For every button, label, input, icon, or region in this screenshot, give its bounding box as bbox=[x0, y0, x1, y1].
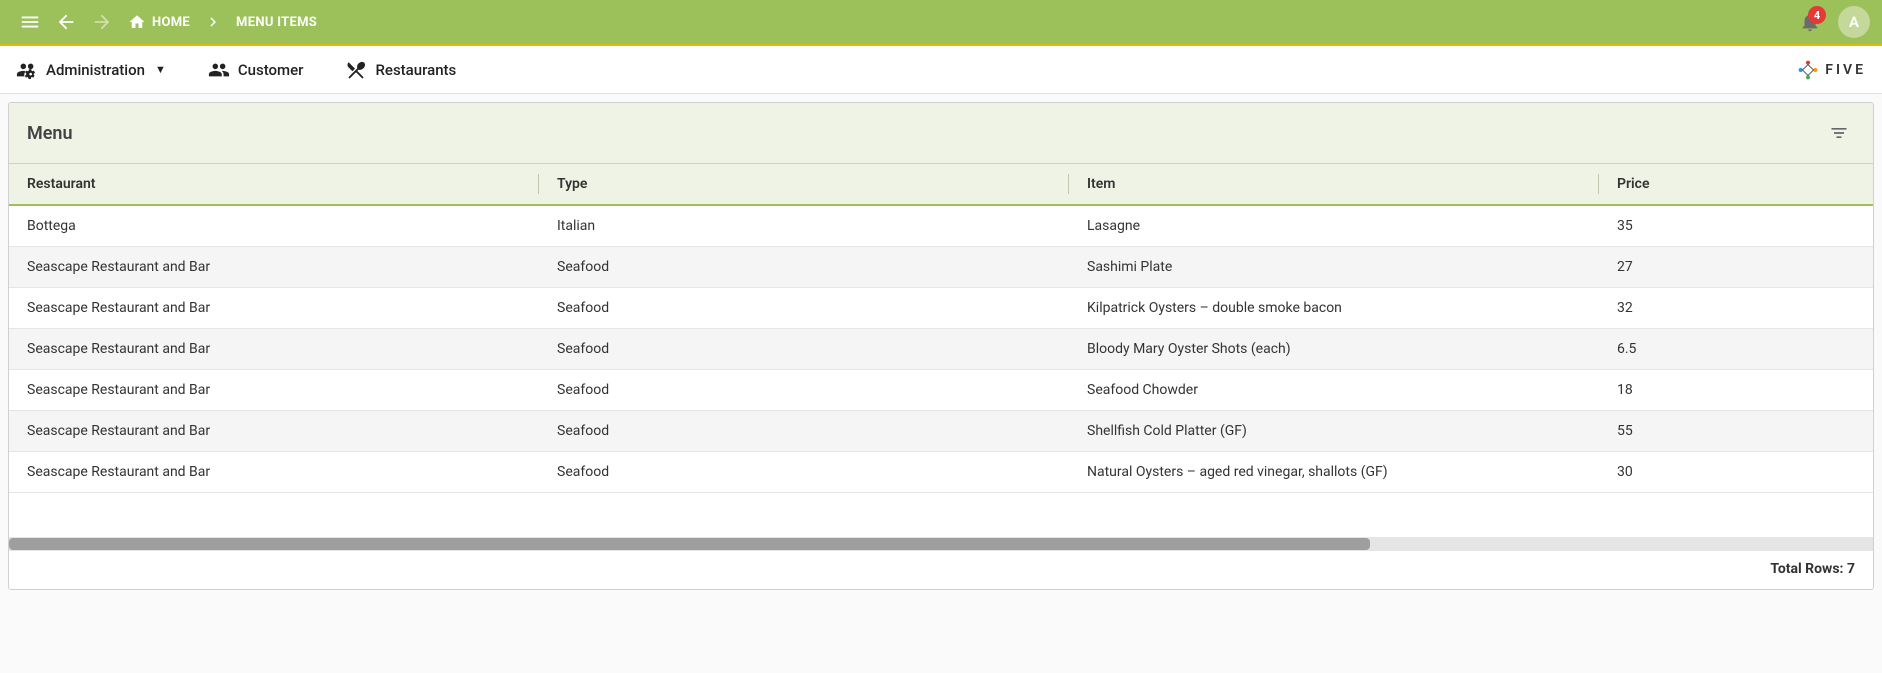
cell-item: Shellfish Cold Platter (GF) bbox=[1069, 411, 1599, 451]
forward-icon bbox=[84, 4, 120, 40]
nav-customer-label: Customer bbox=[238, 61, 304, 79]
cell-price: 55 bbox=[1599, 411, 1873, 451]
content: Menu Restaurant Type Item Price BottegaI… bbox=[0, 94, 1882, 598]
column-header-type[interactable]: Type bbox=[539, 164, 1069, 204]
column-header-price[interactable]: Price bbox=[1599, 164, 1873, 204]
filter-button[interactable] bbox=[1823, 117, 1855, 149]
menu-icon[interactable] bbox=[12, 4, 48, 40]
panel-header: Menu bbox=[9, 103, 1873, 164]
filter-icon bbox=[1829, 123, 1849, 143]
menu-panel: Menu Restaurant Type Item Price BottegaI… bbox=[8, 102, 1874, 590]
breadcrumb-current[interactable]: MENU ITEMS bbox=[236, 15, 317, 30]
avatar[interactable]: A bbox=[1838, 6, 1870, 38]
table-body: BottegaItalianLasagne35Seascape Restaura… bbox=[9, 206, 1873, 493]
cell-price: 27 bbox=[1599, 247, 1873, 287]
table-row[interactable]: BottegaItalianLasagne35 bbox=[9, 206, 1873, 247]
table-row[interactable]: Seascape Restaurant and BarSeafoodBloody… bbox=[9, 329, 1873, 370]
breadcrumb-current-label: MENU ITEMS bbox=[236, 15, 317, 30]
cell-price: 18 bbox=[1599, 370, 1873, 410]
table-row[interactable]: Seascape Restaurant and BarSeafoodSeafoo… bbox=[9, 370, 1873, 411]
nav-restaurants[interactable]: Restaurants bbox=[345, 59, 456, 81]
navbar: Administration ▼ Customer Restaurants FI… bbox=[0, 46, 1882, 94]
avatar-letter: A bbox=[1849, 13, 1859, 31]
horizontal-scrollbar[interactable] bbox=[9, 537, 1873, 551]
cell-restaurant: Seascape Restaurant and Bar bbox=[9, 411, 539, 451]
scrollbar-thumb[interactable] bbox=[9, 538, 1370, 550]
cell-price: 35 bbox=[1599, 206, 1873, 246]
table-row[interactable]: Seascape Restaurant and BarSeafoodSashim… bbox=[9, 247, 1873, 288]
column-header-restaurant[interactable]: Restaurant bbox=[9, 164, 539, 204]
chevron-right-icon bbox=[198, 13, 228, 31]
notification-badge: 4 bbox=[1808, 6, 1826, 24]
cell-type: Seafood bbox=[539, 288, 1069, 328]
cell-restaurant: Seascape Restaurant and Bar bbox=[9, 247, 539, 287]
cell-type: Seafood bbox=[539, 370, 1069, 410]
cell-type: Italian bbox=[539, 206, 1069, 246]
utensils-icon bbox=[345, 59, 367, 81]
panel-title: Menu bbox=[27, 123, 73, 144]
logo: FIVE bbox=[1797, 59, 1866, 81]
cell-restaurant: Seascape Restaurant and Bar bbox=[9, 329, 539, 369]
table-row[interactable]: Seascape Restaurant and BarSeafoodNatura… bbox=[9, 452, 1873, 493]
back-icon[interactable] bbox=[48, 4, 84, 40]
cell-price: 6.5 bbox=[1599, 329, 1873, 369]
cell-item: Lasagne bbox=[1069, 206, 1599, 246]
cell-item: Natural Oysters – aged red vinegar, shal… bbox=[1069, 452, 1599, 492]
logo-text: FIVE bbox=[1825, 62, 1866, 78]
table-footer: Total Rows: 7 bbox=[9, 551, 1873, 589]
nav-restaurants-label: Restaurants bbox=[375, 61, 456, 79]
chevron-down-icon: ▼ bbox=[155, 63, 166, 76]
cell-item: Bloody Mary Oyster Shots (each) bbox=[1069, 329, 1599, 369]
cell-restaurant: Seascape Restaurant and Bar bbox=[9, 370, 539, 410]
cell-price: 32 bbox=[1599, 288, 1873, 328]
cell-type: Seafood bbox=[539, 452, 1069, 492]
breadcrumb-home-label: HOME bbox=[152, 15, 190, 30]
notifications-button[interactable]: 4 bbox=[1792, 4, 1828, 40]
nav-administration-label: Administration bbox=[46, 61, 145, 79]
nav-customer[interactable]: Customer bbox=[208, 59, 304, 81]
cell-price: 30 bbox=[1599, 452, 1873, 492]
breadcrumb: HOME MENU ITEMS bbox=[128, 13, 317, 31]
breadcrumb-home[interactable]: HOME bbox=[128, 13, 190, 31]
cell-restaurant: Bottega bbox=[9, 206, 539, 246]
table-row[interactable]: Seascape Restaurant and BarSeafoodKilpat… bbox=[9, 288, 1873, 329]
nav-administration[interactable]: Administration ▼ bbox=[16, 59, 166, 81]
cell-type: Seafood bbox=[539, 329, 1069, 369]
users-icon bbox=[208, 59, 230, 81]
topbar: HOME MENU ITEMS 4 A bbox=[0, 0, 1882, 46]
logo-icon bbox=[1797, 59, 1819, 81]
home-icon bbox=[128, 13, 146, 31]
total-rows-value: 7 bbox=[1847, 561, 1855, 577]
table-header-row: Restaurant Type Item Price bbox=[9, 164, 1873, 206]
table-row[interactable]: Seascape Restaurant and BarSeafoodShellf… bbox=[9, 411, 1873, 452]
total-rows-label: Total Rows: bbox=[1770, 561, 1843, 577]
cell-type: Seafood bbox=[539, 411, 1069, 451]
cell-item: Sashimi Plate bbox=[1069, 247, 1599, 287]
topbar-right: 4 A bbox=[1792, 4, 1870, 40]
users-gear-icon bbox=[16, 59, 38, 81]
cell-type: Seafood bbox=[539, 247, 1069, 287]
cell-item: Kilpatrick Oysters – double smoke bacon bbox=[1069, 288, 1599, 328]
cell-item: Seafood Chowder bbox=[1069, 370, 1599, 410]
cell-restaurant: Seascape Restaurant and Bar bbox=[9, 288, 539, 328]
cell-restaurant: Seascape Restaurant and Bar bbox=[9, 452, 539, 492]
menu-table: Restaurant Type Item Price BottegaItalia… bbox=[9, 164, 1873, 493]
column-header-item[interactable]: Item bbox=[1069, 164, 1599, 204]
